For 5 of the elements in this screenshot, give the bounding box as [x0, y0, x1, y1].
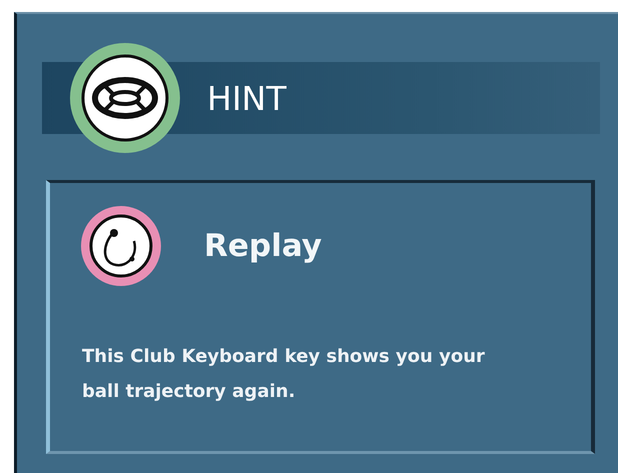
- hint-heading: Replay: [204, 228, 322, 264]
- lifebuoy-icon: [69, 42, 181, 154]
- hint-text: This Club Keyboard key shows you your ball trajectory again.: [82, 345, 486, 404]
- ball-orbit-icon: [80, 205, 162, 287]
- hint-title: HINT: [207, 78, 286, 118]
